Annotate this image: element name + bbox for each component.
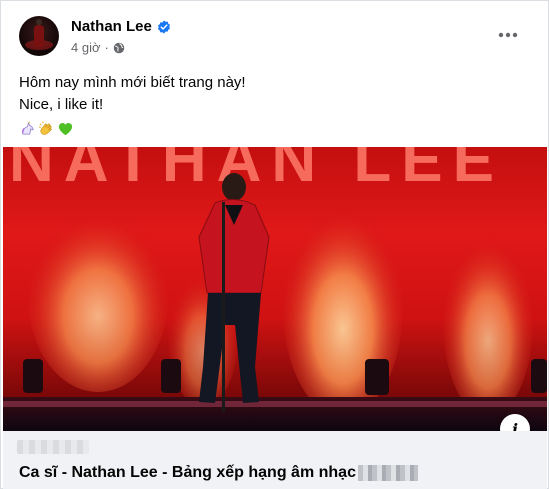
author-name[interactable]: Nathan Lee — [71, 18, 152, 35]
post-caption: Hôm nay mình mới biết trang này! Nice, i… — [19, 72, 246, 138]
caption-line-2: Nice, i like it! — [19, 96, 104, 113]
clapping-hands-emoji — [38, 120, 52, 135]
more-horizontal-icon — [498, 32, 518, 38]
green-heart-emoji — [58, 122, 73, 135]
link-title-redacted — [357, 464, 418, 481]
post-header: Nathan Lee 4 giờ · — [1, 1, 549, 65]
caption-emojis — [19, 118, 246, 138]
more-options-button[interactable] — [493, 23, 523, 47]
stage-backdrop-text: NATHAN LEE — [9, 147, 504, 195]
link-preview-title[interactable]: Ca sĩ - Nathan Lee - Bảng xếp hạng âm nh… — [19, 464, 418, 482]
author-name-row: Nathan Lee — [71, 18, 171, 35]
author-avatar[interactable] — [19, 16, 59, 56]
post-timestamp[interactable]: 4 giờ — [71, 40, 101, 55]
globe-icon[interactable] — [113, 42, 125, 54]
feed-post: Nathan Lee 4 giờ · Hôm nay mình mới biết… — [0, 0, 549, 489]
link-preview[interactable]: Ca sĩ - Nathan Lee - Bảng xếp hạng âm nh… — [3, 431, 547, 489]
concert-stage-illustration: NATHAN LEE — [3, 147, 547, 431]
post-meta: 4 giờ · — [71, 40, 125, 55]
verified-badge-icon — [157, 20, 170, 33]
post-photo[interactable]: NATHAN LEE — [3, 147, 547, 431]
link-domain-redacted — [17, 440, 89, 454]
caption-line-1: Hôm nay mình mới biết trang này! — [19, 74, 246, 91]
link-title-text: Ca sĩ - Nathan Lee - Bảng xếp hạng âm nh… — [19, 464, 356, 481]
performer-figure — [198, 173, 270, 412]
meta-separator: · — [104, 40, 109, 55]
unicorn-emoji — [22, 120, 34, 135]
